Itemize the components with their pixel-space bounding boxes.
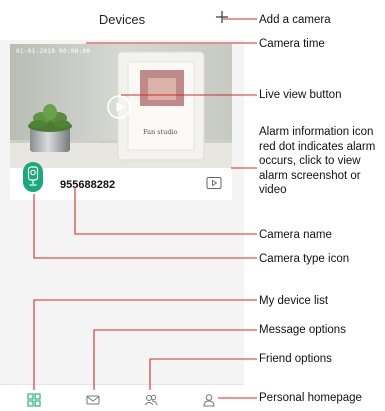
label-camera-type: Camera type icon [259,253,350,265]
label-live-view: Live view button [259,89,342,101]
callout-lines [33,18,257,399]
label-camera-time: Camera time [259,38,325,50]
callout-line-friend [149,358,257,390]
callout-line-camera-type [33,194,257,259]
label-friend-options: Friend options [259,353,332,365]
callout-line-message [93,329,257,390]
callout-line-device-list [33,299,257,390]
label-alarm-info: Alarm information icon red dot indicates… [259,126,376,196]
label-device-list: My device list [259,295,329,307]
label-add-camera: Add a camera [259,14,331,26]
label-camera-name: Camera name [259,229,332,241]
label-message-options: Message options [259,324,346,336]
callout-line-camera-name [74,187,257,235]
label-personal-homepage: Personal homepage [259,392,362,404]
